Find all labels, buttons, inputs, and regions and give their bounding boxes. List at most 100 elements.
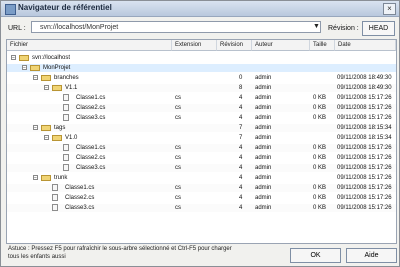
repository-tree-grid[interactable]: Fichier Extension Révision Auteur Taille… bbox=[6, 39, 397, 244]
revision-cell: 4 bbox=[239, 205, 243, 211]
author-cell: admin bbox=[255, 195, 272, 201]
size-cell: 0 KB bbox=[313, 115, 327, 121]
revision-cell: 4 bbox=[239, 145, 243, 151]
collapse-icon[interactable]: − bbox=[33, 75, 38, 81]
author-cell: admin bbox=[255, 115, 272, 121]
revision-cell: 4 bbox=[239, 175, 243, 181]
repository-browser-window: Navigateur de référentiel × URL : svn://… bbox=[0, 0, 400, 267]
file-icon bbox=[63, 114, 69, 121]
author-cell: admin bbox=[255, 155, 272, 161]
tree-row[interactable]: − MonProjet bbox=[7, 64, 396, 72]
file-name-cell: MonProjet bbox=[43, 65, 71, 71]
collapse-icon[interactable]: − bbox=[11, 55, 16, 61]
ok-button[interactable]: OK bbox=[290, 248, 341, 263]
tree-row[interactable]: − V1.1 8 admin 09/11/2008 18:49:30 bbox=[7, 84, 396, 92]
tree-row[interactable]: Classe2.cs cs 4 admin 0 KB 09/11/2008 15:17:2… bbox=[7, 104, 396, 112]
tree-row[interactable]: − V1.0 7 admin 09/11/2008 18:15:34 bbox=[7, 134, 396, 142]
collapse-icon[interactable]: − bbox=[44, 135, 49, 141]
column-header-revision[interactable]: Révision bbox=[217, 40, 252, 51]
column-header-file[interactable]: Fichier bbox=[7, 40, 172, 51]
size-cell: 0 KB bbox=[313, 185, 327, 191]
tree-row[interactable]: Classe2.cs cs 4 admin 0 KB 09/11/2008 15:17:2… bbox=[7, 154, 396, 162]
tree-row[interactable]: Classe1.cs cs 4 admin 0 KB 09/11/2008 15:17:2… bbox=[7, 94, 396, 102]
file-icon bbox=[63, 94, 69, 101]
collapse-icon[interactable]: − bbox=[33, 175, 38, 181]
folder-icon bbox=[41, 75, 51, 81]
size-cell: 0 KB bbox=[313, 155, 327, 161]
column-header-extension[interactable]: Extension bbox=[172, 40, 217, 51]
author-cell: admin bbox=[255, 185, 272, 191]
extension-cell: cs bbox=[175, 195, 181, 201]
revision-cell: 4 bbox=[239, 115, 243, 121]
app-icon bbox=[5, 4, 16, 15]
tree-row[interactable]: Classe3.cs cs 4 admin 0 KB 09/11/2008 15:17:2… bbox=[7, 164, 396, 172]
file-name-cell: Classe2.cs bbox=[76, 155, 106, 161]
date-cell: 09/11/2008 18:15:34 bbox=[337, 125, 392, 131]
collapse-icon[interactable]: − bbox=[44, 85, 49, 91]
revision-cell: 4 bbox=[239, 105, 243, 111]
date-cell: 09/11/2008 15:17:26 bbox=[337, 145, 392, 151]
column-header-date[interactable]: Date bbox=[335, 40, 396, 51]
size-cell: 0 KB bbox=[313, 145, 327, 151]
date-cell: 09/11/2008 18:15:34 bbox=[337, 135, 392, 141]
date-cell: 09/11/2008 15:17:26 bbox=[337, 105, 392, 111]
file-name-cell: Classe1.cs bbox=[65, 185, 95, 191]
revision-cell: 4 bbox=[239, 155, 243, 161]
extension-cell: cs bbox=[175, 155, 181, 161]
size-cell: 0 KB bbox=[313, 165, 327, 171]
file-name-cell: branches bbox=[54, 75, 79, 81]
tip-text: Astuce : Pressez F5 pour rafraîchir le s… bbox=[8, 245, 308, 261]
chevron-down-icon[interactable]: ▼ bbox=[312, 22, 321, 32]
date-cell: 09/11/2008 15:17:26 bbox=[337, 155, 392, 161]
collapse-icon[interactable]: − bbox=[22, 65, 27, 71]
tree-row[interactable]: − svn://localhost bbox=[7, 54, 396, 62]
tree-row[interactable]: Classe1.cs cs 4 admin 0 KB 09/11/2008 15:17:2… bbox=[7, 184, 396, 192]
file-name-cell: Classe1.cs bbox=[76, 145, 106, 151]
help-button[interactable]: Aide bbox=[346, 248, 397, 263]
column-header-size[interactable]: Taille bbox=[310, 40, 335, 51]
revision-cell: 4 bbox=[239, 195, 243, 201]
revision-label: Révision : bbox=[328, 25, 359, 32]
tree-row[interactable]: Classe3.cs cs 4 admin 0 KB 09/11/2008 15:17:2… bbox=[7, 204, 396, 212]
revision-cell: 8 bbox=[239, 85, 243, 91]
collapse-icon[interactable]: − bbox=[33, 125, 38, 131]
head-button[interactable]: HEAD bbox=[362, 21, 395, 36]
column-header-author[interactable]: Auteur bbox=[252, 40, 310, 51]
title-bar: Navigateur de référentiel × bbox=[1, 1, 399, 17]
tree-row[interactable]: Classe3.cs cs 4 admin 0 KB 09/11/2008 15:17:2… bbox=[7, 114, 396, 122]
tree-row[interactable]: − branches 0 admin 09/11/2008 18:49:30 bbox=[7, 74, 396, 82]
file-icon bbox=[63, 164, 69, 171]
date-cell: 09/11/2008 15:17:26 bbox=[337, 205, 392, 211]
file-name-cell: Classe1.cs bbox=[76, 95, 106, 101]
window-title: Navigateur de référentiel bbox=[18, 3, 112, 12]
tree-row[interactable]: Classe2.cs cs 4 admin 0 KB 09/11/2008 15:17:2… bbox=[7, 194, 396, 202]
extension-cell: cs bbox=[175, 95, 181, 101]
file-icon bbox=[63, 154, 69, 161]
folder-icon bbox=[41, 125, 51, 131]
file-name-cell: tags bbox=[54, 125, 66, 131]
url-field[interactable]: svn://localhost/MonProjet bbox=[31, 21, 321, 33]
extension-cell: cs bbox=[175, 145, 181, 151]
author-cell: admin bbox=[255, 135, 272, 141]
file-name-cell: Classe2.cs bbox=[65, 195, 95, 201]
tree-row[interactable]: − trunk 4 admin 09/11/2008 15:17:26 bbox=[7, 174, 396, 182]
file-name-cell: Classe3.cs bbox=[76, 165, 106, 171]
file-name-cell: trunk bbox=[54, 175, 68, 181]
revision-cell: 4 bbox=[239, 165, 243, 171]
author-cell: admin bbox=[255, 165, 272, 171]
author-cell: admin bbox=[255, 95, 272, 101]
date-cell: 09/11/2008 15:17:26 bbox=[337, 165, 392, 171]
author-cell: admin bbox=[255, 145, 272, 151]
author-cell: admin bbox=[255, 205, 272, 211]
revision-cell: 4 bbox=[239, 185, 243, 191]
file-icon bbox=[63, 144, 69, 151]
size-cell: 0 KB bbox=[313, 105, 327, 111]
size-cell: 0 KB bbox=[313, 205, 327, 211]
author-cell: admin bbox=[255, 175, 272, 181]
close-button[interactable]: × bbox=[383, 3, 396, 15]
tree-row[interactable]: − tags 7 admin 09/11/2008 18:15:34 bbox=[7, 124, 396, 132]
revision-cell: 0 bbox=[239, 75, 243, 81]
file-name-cell: svn://localhost bbox=[32, 55, 71, 61]
tree-row[interactable]: Classe1.cs cs 4 admin 0 KB 09/11/2008 15:17:2… bbox=[7, 144, 396, 152]
extension-cell: cs bbox=[175, 105, 181, 111]
